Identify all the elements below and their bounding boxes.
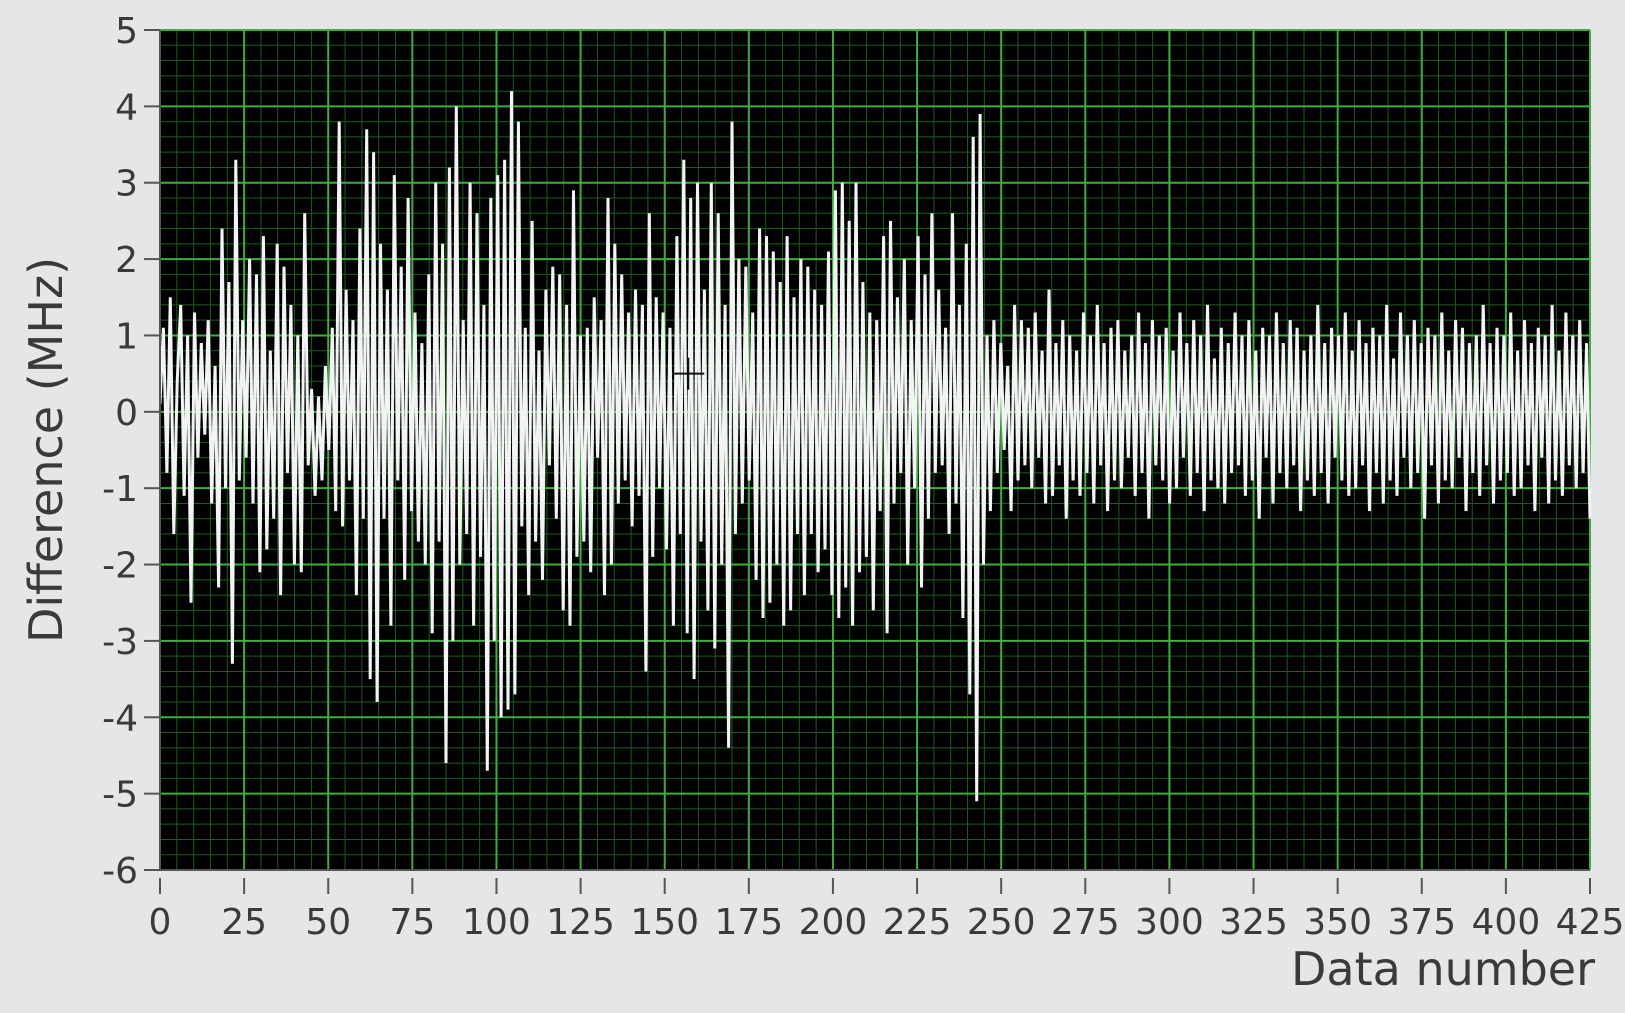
y-tick-label: -6 — [102, 851, 138, 892]
y-tick-label: 0 — [115, 393, 138, 434]
x-tick-label: 100 — [462, 902, 531, 943]
x-tick-label: 200 — [799, 902, 868, 943]
x-tick-label: 25 — [221, 902, 267, 943]
x-tick-label: 275 — [1051, 902, 1120, 943]
x-tick-label: 425 — [1556, 902, 1625, 943]
x-tick-label: 350 — [1303, 902, 1372, 943]
x-tick-label: 250 — [967, 902, 1036, 943]
chart-container: 5 4 3 2 1 0 -1 -2 -3 -4 -5 -6 0 25 50 75 100 125 150 175 20… — [0, 0, 1625, 1009]
y-tick-label: -1 — [102, 469, 138, 510]
x-tick-label: 50 — [305, 902, 351, 943]
y-axis-ticks: 5 4 3 2 1 0 -1 -2 -3 -4 -5 -6 — [102, 11, 160, 892]
y-axis-title: Difference (MHz) — [19, 257, 73, 643]
x-tick-label: 0 — [149, 902, 172, 943]
x-tick-label: 375 — [1387, 902, 1456, 943]
y-tick-label: 3 — [115, 164, 138, 205]
x-tick-label: 225 — [883, 902, 952, 943]
x-tick-label: 150 — [630, 902, 699, 943]
y-tick-label: -4 — [102, 698, 138, 739]
difference-chart: 5 4 3 2 1 0 -1 -2 -3 -4 -5 -6 0 25 50 75 100 125 150 175 20… — [19, 11, 1625, 996]
y-tick-label: 2 — [115, 240, 138, 281]
x-tick-label: 400 — [1472, 902, 1541, 943]
y-tick-label: 1 — [115, 316, 138, 357]
x-tick-label: 300 — [1135, 902, 1204, 943]
y-tick-label: -2 — [102, 546, 138, 587]
x-tick-label: 75 — [389, 902, 435, 943]
y-tick-label: -3 — [102, 622, 138, 663]
y-tick-label: 4 — [115, 87, 138, 128]
x-tick-label: 325 — [1219, 902, 1288, 943]
x-axis-title: Data number — [1291, 942, 1595, 996]
x-tick-label: 125 — [546, 902, 615, 943]
x-axis-ticks: 0 25 50 75 100 125 150 175 200 225 250 275 300 325 350… — [149, 878, 1625, 943]
x-tick-label: 175 — [714, 902, 783, 943]
y-tick-label: 5 — [115, 11, 138, 52]
y-tick-label: -5 — [102, 775, 138, 816]
